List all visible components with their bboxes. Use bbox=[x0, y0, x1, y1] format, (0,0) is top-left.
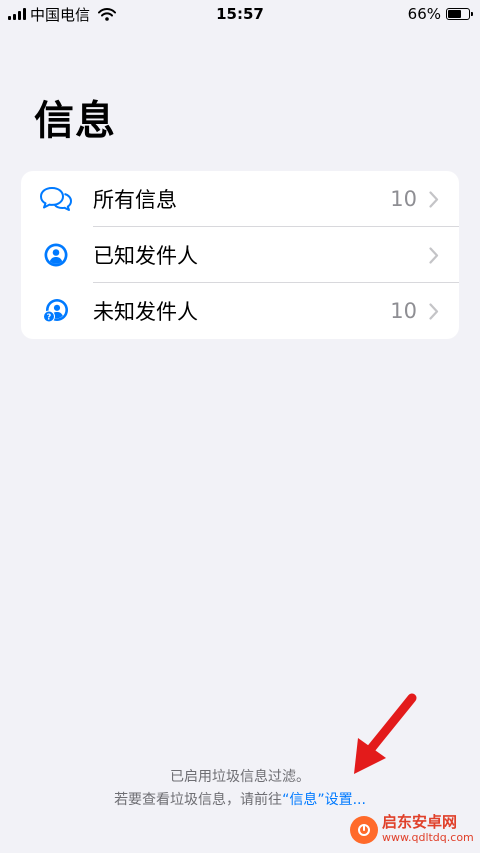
filter-label: 已知发件人 bbox=[93, 244, 198, 268]
filter-row-all-messages[interactable]: 所有信息 10 bbox=[21, 171, 459, 227]
chevron-right-icon bbox=[429, 246, 439, 264]
watermark-text: 启东安卓网 www.qdltdq.com bbox=[382, 814, 474, 846]
chevron-right-icon bbox=[429, 190, 439, 208]
status-right: 66% bbox=[408, 5, 480, 23]
status-bar: 中国电信 15:57 66% bbox=[0, 0, 480, 28]
footer-line-2: 若要查看垃圾信息，请前往“信息”设置... bbox=[0, 789, 480, 812]
filter-row-unknown-senders[interactable]: ? 未知发件人 10 bbox=[21, 283, 459, 339]
footer-text: 若要查看垃圾信息，请前往 bbox=[114, 792, 283, 808]
watermark: 启东安卓网 www.qdltdq.com bbox=[350, 810, 480, 850]
battery-percent: 66% bbox=[407, 5, 441, 23]
person-circle-icon bbox=[39, 240, 73, 270]
page-title: 信息 bbox=[34, 98, 116, 144]
filter-label: 未知发件人 bbox=[93, 300, 198, 324]
filter-label: 所有信息 bbox=[93, 188, 177, 212]
filter-count: 10 bbox=[390, 299, 417, 323]
status-left: 中国电信 bbox=[0, 4, 117, 25]
chevron-right-icon bbox=[429, 302, 439, 320]
messages-settings-link[interactable]: “信息”设置... bbox=[282, 792, 366, 808]
battery-icon bbox=[446, 8, 473, 20]
spam-filter-footer: 已启用垃圾信息过滤。 若要查看垃圾信息，请前往“信息”设置... bbox=[0, 766, 480, 812]
footer-line-1: 已启用垃圾信息过滤。 bbox=[170, 769, 310, 785]
watermark-url: www.qdltdq.com bbox=[382, 831, 474, 844]
filter-row-known-senders[interactable]: 已知发件人 bbox=[21, 227, 459, 283]
cellular-signal-icon bbox=[8, 8, 26, 20]
filter-count: 10 bbox=[390, 187, 417, 211]
watermark-title: 启东安卓网 bbox=[382, 813, 458, 831]
unknown-person-icon: ? bbox=[39, 296, 73, 326]
svg-text:?: ? bbox=[47, 313, 52, 322]
battery-fill bbox=[448, 10, 462, 18]
filter-list: 所有信息 10 已知发件人 ? 未知发件人 10 bbox=[21, 171, 459, 339]
watermark-logo-icon bbox=[350, 816, 378, 844]
wifi-icon bbox=[98, 7, 117, 21]
chat-bubbles-icon bbox=[39, 184, 73, 214]
carrier-name: 中国电信 bbox=[30, 5, 91, 24]
